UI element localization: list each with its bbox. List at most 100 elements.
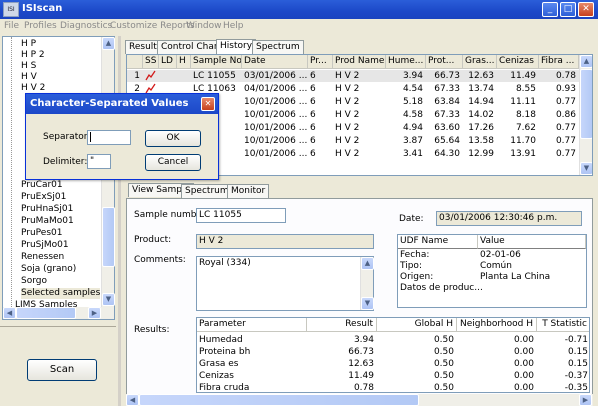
tree-item[interactable]: PruMaMo01: [21, 216, 74, 227]
grid-header[interactable]: Sample No: [191, 55, 242, 69]
table-cell[interactable]: 0.78: [541, 70, 579, 82]
menu-customize-reports[interactable]: Customize Reports: [110, 21, 195, 31]
table-cell[interactable]: 65.64: [428, 135, 463, 147]
table-cell[interactable]: H V 2: [335, 109, 386, 121]
table-cell[interactable]: 10/01/2006 ...: [244, 148, 308, 160]
table-cell[interactable]: 8.18: [499, 109, 539, 121]
table-cell[interactable]: 6: [310, 135, 333, 147]
results-table[interactable]: Parameter Result Global H Neighborhood H…: [196, 317, 590, 393]
scroll-thumb[interactable]: [580, 69, 592, 139]
tab-history[interactable]: History: [216, 39, 257, 54]
table-cell[interactable]: 3.94: [388, 70, 426, 82]
sample-number-field[interactable]: LC 11055: [196, 208, 286, 223]
table-cell[interactable]: H V 2: [335, 148, 386, 160]
tree-item[interactable]: PruExSj01: [21, 192, 66, 203]
scroll-down-icon[interactable]: ▼: [102, 293, 115, 306]
grid-header[interactable]: Hume...: [386, 55, 426, 69]
cancel-button[interactable]: Cancel: [145, 154, 201, 171]
results-header[interactable]: Result: [307, 318, 377, 332]
table-cell[interactable]: 10/01/2006 ...: [244, 109, 308, 121]
table-cell[interactable]: 10/01/2006 ...: [244, 135, 308, 147]
grid-vscroll[interactable]: ▲ ▼: [579, 55, 592, 175]
table-cell[interactable]: LC 11055: [193, 70, 242, 82]
separator-input[interactable]: [87, 130, 131, 145]
scroll-right-icon[interactable]: ▶: [88, 307, 101, 319]
table-cell[interactable]: 67.33: [428, 109, 463, 121]
table-cell[interactable]: 6: [310, 70, 333, 82]
table-cell[interactable]: 03/01/2006 ...: [244, 70, 308, 82]
table-cell[interactable]: 67.33: [428, 83, 463, 95]
grid-header[interactable]: Cenizas: [497, 55, 539, 69]
tree-item[interactable]: PruCar01: [21, 180, 63, 191]
close-icon[interactable]: ✕: [201, 97, 215, 111]
row-number[interactable]: 1: [127, 70, 143, 82]
tree-item[interactable]: Soja (grano): [21, 264, 76, 275]
menu-help[interactable]: Help: [223, 21, 244, 31]
table-cell[interactable]: 6: [310, 83, 333, 95]
table-cell[interactable]: 17.26: [465, 122, 497, 134]
table-cell[interactable]: 12.63: [465, 70, 497, 82]
results-header[interactable]: T Statistic: [537, 318, 589, 332]
menu-file[interactable]: File: [4, 21, 19, 31]
table-cell[interactable]: 0.77: [541, 96, 579, 108]
scroll-thumb[interactable]: [139, 394, 419, 406]
table-cell[interactable]: 6: [310, 148, 333, 160]
table-cell[interactable]: 04/01/2006 ...: [244, 83, 308, 95]
table-cell[interactable]: H V 2: [335, 96, 386, 108]
table-cell[interactable]: 7.62: [499, 122, 539, 134]
udf-table[interactable]: UDF Name Value Fecha: 02-01-06 Tipo: Com…: [397, 234, 587, 308]
table-cell[interactable]: H V 2: [335, 135, 386, 147]
scan-button[interactable]: Scan: [27, 359, 97, 381]
scroll-left-icon[interactable]: ◀: [126, 394, 139, 406]
grid-header[interactable]: Prot...: [426, 55, 463, 69]
menu-diagnostics[interactable]: Diagnostics: [60, 21, 112, 31]
minimize-icon[interactable]: _: [542, 2, 558, 17]
table-cell[interactable]: 14.94: [465, 96, 497, 108]
table-cell[interactable]: H V 2: [335, 83, 386, 95]
table-cell[interactable]: 0.77: [541, 148, 579, 160]
scroll-left-icon[interactable]: ◀: [3, 307, 16, 319]
results-header[interactable]: Parameter: [197, 318, 307, 332]
tree-hscroll[interactable]: ◀ ▶: [3, 307, 114, 319]
table-cell[interactable]: 10/01/2006 ...: [244, 122, 308, 134]
grid-header[interactable]: Fibra ...: [539, 55, 579, 69]
grid-header[interactable]: Gras...: [463, 55, 497, 69]
table-cell[interactable]: 4.54: [388, 83, 426, 95]
grid-header[interactable]: LD: [159, 55, 177, 69]
close-icon[interactable]: ✕: [578, 2, 594, 17]
table-cell[interactable]: 6: [310, 109, 333, 121]
table-cell[interactable]: H V 2: [335, 122, 386, 134]
grid-corner[interactable]: [127, 55, 143, 69]
table-cell[interactable]: 11.11: [499, 96, 539, 108]
table-cell[interactable]: 4.58: [388, 109, 426, 121]
tree-item[interactable]: PruPes01: [21, 228, 62, 239]
scroll-thumb[interactable]: [102, 207, 115, 267]
table-cell[interactable]: 66.73: [428, 70, 463, 82]
grid-header[interactable]: SS: [143, 55, 159, 69]
table-cell[interactable]: 6: [310, 96, 333, 108]
tree-item[interactable]: Renessen: [21, 252, 64, 263]
delimiter-input[interactable]: ": [87, 154, 111, 169]
table-cell[interactable]: 13.58: [465, 135, 497, 147]
table-cell[interactable]: 0.86: [541, 109, 579, 121]
tree-item[interactable]: H P: [21, 39, 36, 50]
grid-header[interactable]: Prod Name: [333, 55, 386, 69]
table-cell[interactable]: 11.70: [499, 135, 539, 147]
tab-spectrum-lower[interactable]: Spectrum: [181, 184, 233, 198]
results-header[interactable]: Global H: [377, 318, 457, 332]
table-cell[interactable]: H V 2: [335, 70, 386, 82]
grid-header[interactable]: Pr...: [308, 55, 333, 69]
menu-window[interactable]: Window: [186, 21, 222, 31]
scroll-down-icon[interactable]: ▼: [361, 297, 374, 310]
tree-item[interactable]: H P 2: [21, 50, 45, 61]
table-cell[interactable]: 4.94: [388, 122, 426, 134]
comments-field[interactable]: Royal (334) ▲ ▼: [196, 256, 374, 311]
grid-header[interactable]: H: [177, 55, 191, 69]
tree-item[interactable]: PruSjMo01: [21, 240, 69, 251]
results-hscroll[interactable]: ◀ ▶: [126, 394, 593, 406]
menu-profiles[interactable]: Profiles: [24, 21, 57, 31]
table-cell[interactable]: 6: [310, 122, 333, 134]
table-cell[interactable]: 14.02: [465, 109, 497, 121]
table-cell[interactable]: 8.55: [499, 83, 539, 95]
table-cell[interactable]: 0.77: [541, 135, 579, 147]
